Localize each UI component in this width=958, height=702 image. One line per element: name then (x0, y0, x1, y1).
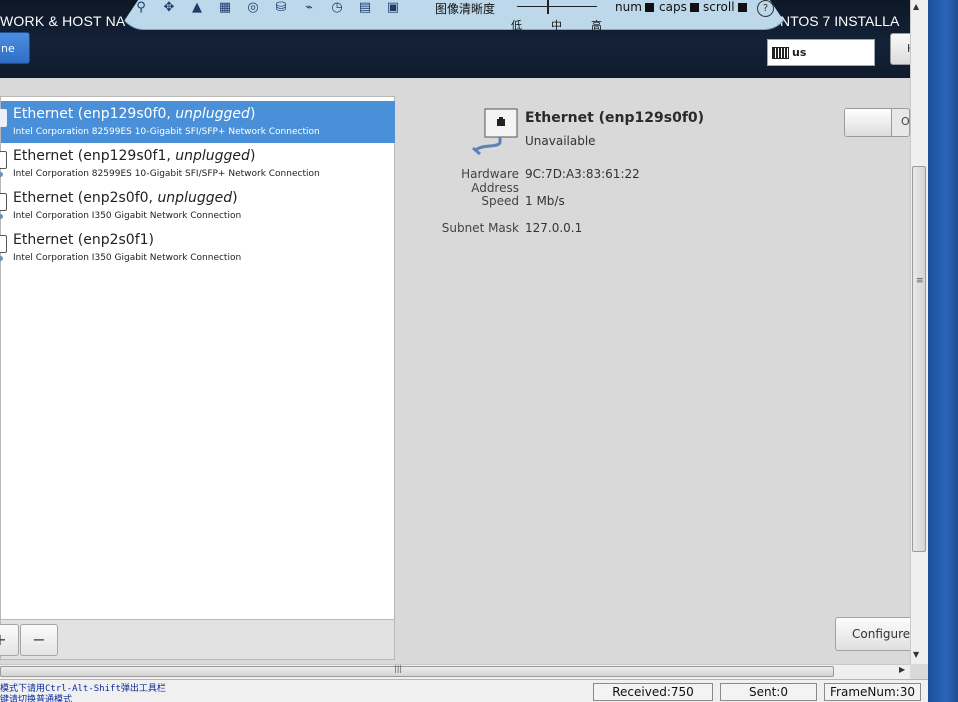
list-item[interactable]: Ethernet (enp2s0f1) Intel Corporation I3… (0, 227, 395, 269)
device-name: Ethernet (enp129s0f0, unplugged) (13, 106, 256, 122)
clarity-slider-track[interactable] (517, 6, 597, 7)
device-description: Intel Corporation 82599ES 10-Gigabit SFI… (13, 127, 320, 137)
horizontal-scrollbar-thumb[interactable] (0, 666, 834, 677)
scroll-grip-icon: ≡ (916, 276, 924, 286)
sent-counter: Sent:0 (720, 683, 817, 701)
device-status: Unavailable (525, 134, 596, 148)
toolbar-help-icon[interactable]: ? (757, 0, 774, 17)
scroll-up-icon[interactable]: ▲ (913, 2, 919, 11)
device-description: Intel Corporation I350 Gigabit Network C… (13, 253, 242, 263)
scroll-lock-indicator: scroll (703, 0, 747, 14)
keyboard-icon (772, 47, 789, 59)
scroll-lock-label: scroll (703, 0, 735, 14)
speed-label: Speed (481, 194, 519, 208)
keyboard-layout-label: us (792, 46, 807, 59)
keyboard-layout-indicator[interactable]: us (767, 39, 875, 66)
grid-icon[interactable]: ▤ (355, 0, 375, 18)
device-description: Intel Corporation I350 Gigabit Network C… (13, 211, 242, 221)
device-name: Ethernet (enp2s0f0, unplugged) (13, 190, 238, 206)
done-button[interactable]: ne (0, 32, 30, 64)
remote-toolbar: ⚲ ✥ ▲ ▦ ◎ ⛁ ⌁ ◷ ▤ ▣ 图像清晰度 低 中 高 num caps… (118, 0, 790, 30)
caps-lock-label: caps (659, 0, 687, 14)
page-title: WORK & HOST NA (0, 13, 126, 29)
hardware-address-label: Hardware Address (461, 167, 519, 195)
bullet-icon (0, 214, 3, 219)
list-item[interactable]: Ethernet (enp129s0f0, unplugged) Intel C… (0, 101, 395, 143)
scroll-right-icon[interactable]: ▶ (899, 665, 905, 674)
remove-device-button[interactable]: − (20, 624, 58, 656)
device-list-toolbar: + − (0, 620, 395, 660)
subnet-mask-value: 127.0.0.1 (525, 221, 583, 235)
add-device-button[interactable]: + (0, 624, 19, 656)
device-checkbox[interactable] (0, 109, 7, 127)
ethernet-icon (472, 108, 518, 156)
bullet-icon (0, 256, 3, 261)
list-item[interactable]: Ethernet (enp2s0f0, unplugged) Intel Cor… (0, 185, 395, 227)
desktop-background (928, 0, 958, 702)
device-name: Ethernet (enp129s0f1, unplugged) (13, 148, 256, 164)
scroll-down-icon[interactable]: ▼ (913, 650, 919, 659)
clock-icon[interactable]: ◷ (327, 0, 347, 18)
calendar-icon[interactable]: ▦ (215, 0, 235, 18)
disc-icon[interactable]: ◎ (243, 0, 263, 18)
drive-icon[interactable]: ⛁ (271, 0, 291, 18)
subnet-mask-label: Subnet Mask (441, 221, 519, 235)
toggle-knob (845, 109, 892, 136)
move-icon[interactable]: ✥ (159, 0, 179, 18)
clarity-label: 图像清晰度 (435, 2, 496, 16)
speed-value: 1 Mb/s (525, 194, 565, 208)
device-checkbox[interactable] (0, 151, 7, 169)
device-name: Ethernet (enp2s0f1) (13, 232, 154, 248)
list-item[interactable]: Ethernet (enp129s0f1, unplugged) Intel C… (0, 143, 395, 185)
hscroll-grip-icon: ||| (394, 664, 403, 673)
device-checkbox[interactable] (0, 193, 7, 211)
vertical-scrollbar-thumb[interactable] (912, 166, 926, 552)
num-lock-indicator: num (615, 0, 654, 14)
hint-text-line2: 键请切换普通模式 (0, 695, 73, 702)
caps-lock-indicator: caps (659, 0, 699, 14)
frame-counter: FrameNum:30 (824, 683, 921, 701)
network-device-list: Ethernet (enp129s0f0, unplugged) Intel C… (0, 96, 395, 620)
device-title: Ethernet (enp129s0f0) (525, 110, 705, 126)
device-checkbox[interactable] (0, 235, 7, 253)
bullet-icon (0, 172, 3, 177)
remote-viewer-window: WORK & HOST NA NTOS 7 INSTALLA ne us H ⚲… (0, 0, 928, 702)
clarity-slider-thumb[interactable] (547, 0, 549, 14)
toggle-label: O (901, 115, 910, 128)
hardware-address-value: 9C:7D:A3:83:61:22 (525, 167, 640, 181)
connection-toggle[interactable]: O (844, 108, 910, 137)
usb-icon[interactable]: ⌁ (299, 0, 319, 18)
device-description: Intel Corporation 82599ES 10-Gigabit SFI… (13, 169, 320, 179)
window-icon[interactable]: ▣ (383, 0, 403, 18)
received-counter: Received:750 (593, 683, 713, 701)
triangle-icon[interactable]: ▲ (187, 0, 207, 18)
product-title: NTOS 7 INSTALLA (780, 13, 900, 29)
num-lock-label: num (615, 0, 642, 14)
